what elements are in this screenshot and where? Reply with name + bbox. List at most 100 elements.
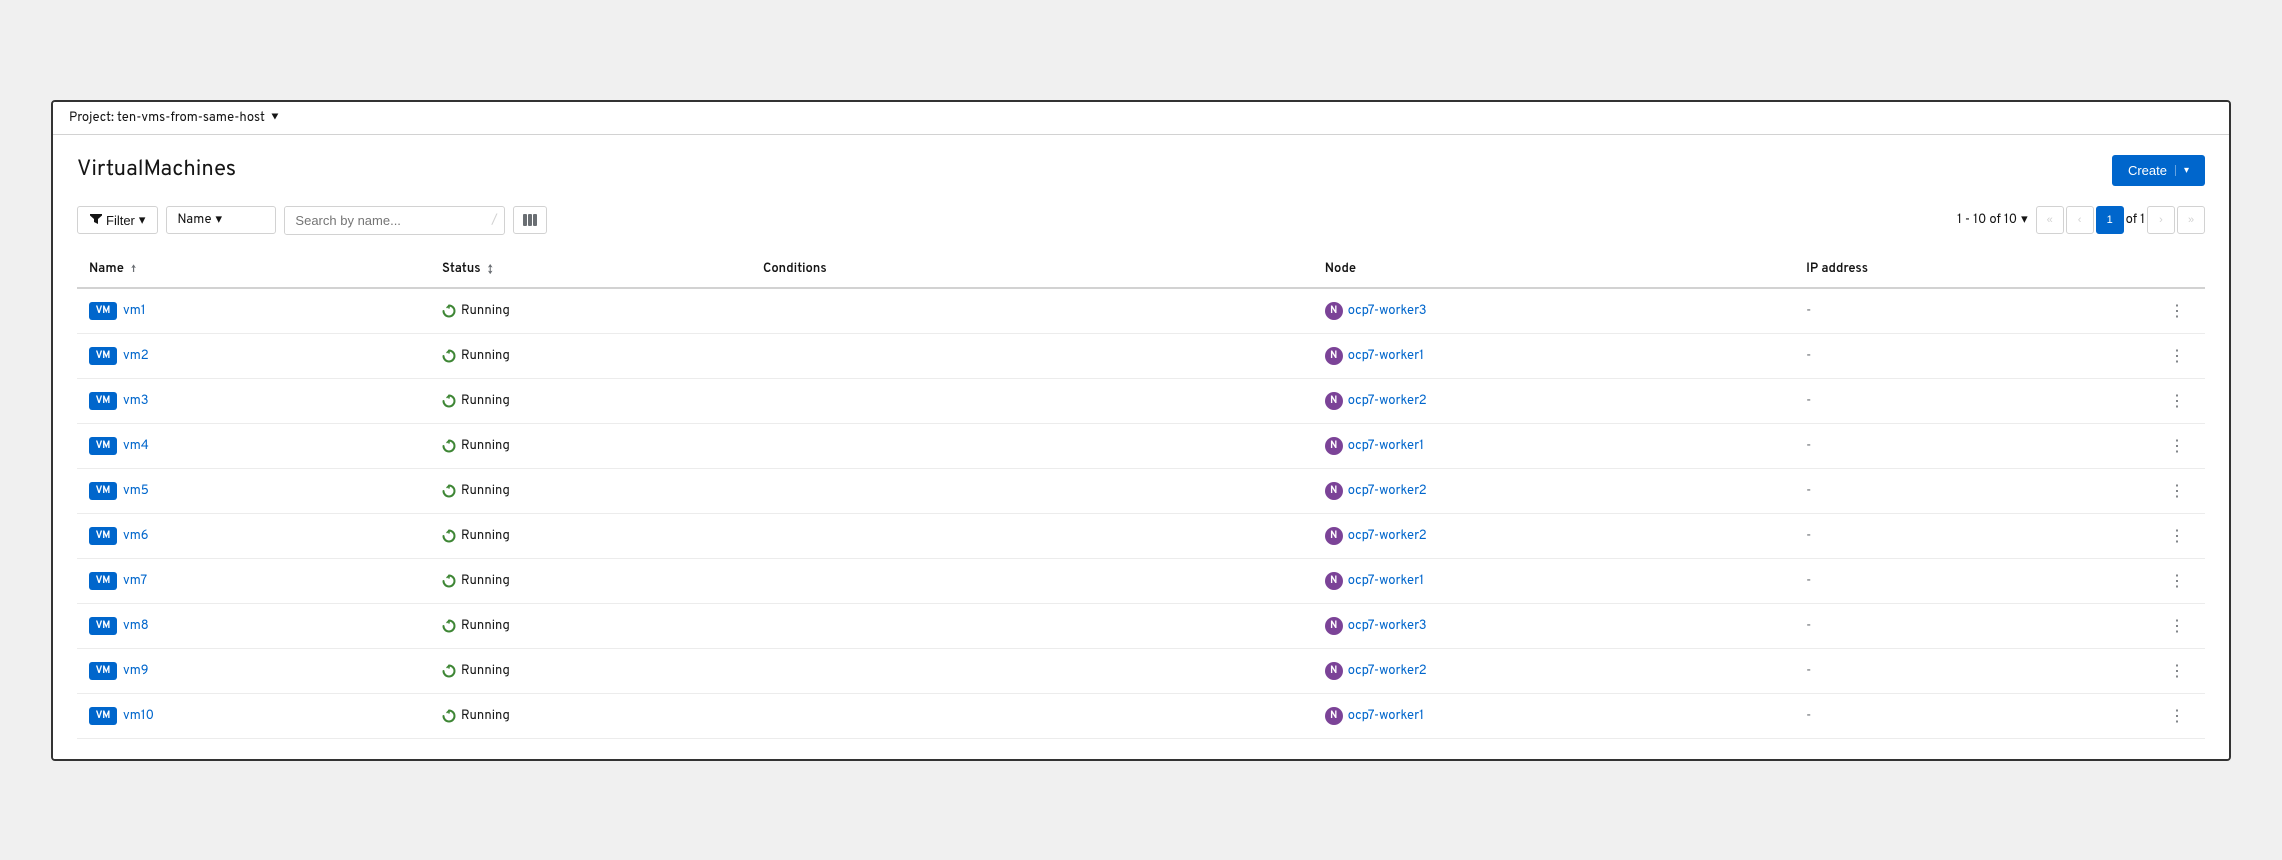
row-kebab-button[interactable]: ⋮ xyxy=(2161,659,2193,683)
vm-ip-text: - xyxy=(1806,573,1811,589)
vm-name-link[interactable]: vm9 xyxy=(123,663,149,679)
vm-node-cell: N ocp7-worker2 xyxy=(1313,648,1794,693)
node-badge: N xyxy=(1325,302,1343,320)
vm-name-cell: VM vm6 xyxy=(77,513,430,558)
row-kebab-button[interactable]: ⋮ xyxy=(2161,479,2193,503)
row-kebab-button[interactable]: ⋮ xyxy=(2161,299,2193,323)
vm-name-link[interactable]: vm4 xyxy=(123,438,149,454)
page-header: VirtualMachines Create ▾ xyxy=(77,155,2205,186)
page-current-label: 1 xyxy=(2107,214,2113,226)
vm-table: Name ↑ Status ↕ Conditions Node IP addre… xyxy=(77,251,2205,739)
vm-name-link[interactable]: vm1 xyxy=(123,303,146,319)
row-kebab-button[interactable]: ⋮ xyxy=(2161,524,2193,548)
row-kebab-button[interactable]: ⋮ xyxy=(2161,344,2193,368)
running-icon xyxy=(442,619,456,633)
filter-button[interactable]: Filter ▾ xyxy=(77,206,158,234)
vm-badge: VM xyxy=(89,437,117,455)
vm-ip-text: - xyxy=(1806,618,1811,634)
vm-name-link[interactable]: vm3 xyxy=(123,393,149,409)
node-badge: N xyxy=(1325,527,1343,545)
vm-ip-cell: - xyxy=(1794,513,2115,558)
create-button[interactable]: Create ▾ xyxy=(2112,155,2205,186)
vm-status-cell: Running xyxy=(430,558,751,603)
vm-status-cell: Running xyxy=(430,468,751,513)
vm-name-cell: VM vm7 xyxy=(77,558,430,603)
node-badge: N xyxy=(1325,707,1343,725)
vm-badge: VM xyxy=(89,347,117,365)
node-link[interactable]: ocp7-worker2 xyxy=(1348,663,1427,679)
vm-name-cell: VM vm10 xyxy=(77,693,430,738)
columns-toggle-button[interactable] xyxy=(513,206,547,234)
vm-ip-cell: - xyxy=(1794,288,2115,334)
vm-actions-cell: ⋮ xyxy=(2115,648,2205,693)
vm-status-cell: Running xyxy=(430,693,751,738)
table-row: VM vm1 Running N ocp7-worker3 -⋮ xyxy=(77,288,2205,334)
vm-name-link[interactable]: vm10 xyxy=(123,708,154,724)
page-title: VirtualMachines xyxy=(77,157,236,184)
vm-conditions-cell xyxy=(751,333,1313,378)
vm-name-link[interactable]: vm6 xyxy=(123,528,149,544)
vm-conditions-cell xyxy=(751,288,1313,334)
page-last-button[interactable]: » xyxy=(2177,206,2205,234)
vm-node-cell: N ocp7-worker1 xyxy=(1313,333,1794,378)
vm-status-cell: Running xyxy=(430,648,751,693)
row-kebab-button[interactable]: ⋮ xyxy=(2161,569,2193,593)
node-link[interactable]: ocp7-worker1 xyxy=(1348,573,1424,589)
vm-ip-cell: - xyxy=(1794,693,2115,738)
page-prev-button[interactable]: ‹ xyxy=(2066,206,2094,234)
vm-node-cell: N ocp7-worker3 xyxy=(1313,288,1794,334)
toolbar: Filter ▾ Name ▾ / xyxy=(77,206,2205,243)
vm-node-cell: N ocp7-worker1 xyxy=(1313,558,1794,603)
vm-badge: VM xyxy=(89,572,117,590)
vm-name-link[interactable]: vm8 xyxy=(123,618,149,634)
node-link[interactable]: ocp7-worker3 xyxy=(1348,303,1427,319)
vm-name-link[interactable]: vm7 xyxy=(123,573,147,589)
row-kebab-button[interactable]: ⋮ xyxy=(2161,434,2193,458)
node-link[interactable]: ocp7-worker1 xyxy=(1348,708,1424,724)
vm-name-link[interactable]: vm5 xyxy=(123,483,149,499)
table-row: VM vm8 Running N ocp7-worker3 -⋮ xyxy=(77,603,2205,648)
name-dropdown[interactable]: Name ▾ xyxy=(166,206,276,234)
node-badge: N xyxy=(1325,437,1343,455)
node-link[interactable]: ocp7-worker2 xyxy=(1348,393,1427,409)
vm-badge: VM xyxy=(89,302,117,320)
vm-name-cell: VM vm2 xyxy=(77,333,430,378)
running-icon xyxy=(442,484,456,498)
page-current-button[interactable]: 1 xyxy=(2096,206,2124,234)
page-first-button[interactable]: « xyxy=(2036,206,2064,234)
row-kebab-button[interactable]: ⋮ xyxy=(2161,614,2193,638)
pagination-range-text: 1 - 10 of 10 xyxy=(1957,212,2017,228)
page-of-text: of 1 xyxy=(2126,212,2145,228)
project-selector[interactable]: Project: ten-vms-from-same-host ▼ xyxy=(69,110,279,126)
vm-status-text: Running xyxy=(461,483,510,499)
name-dropdown-caret-icon: ▾ xyxy=(215,212,222,228)
table-header-row: Name ↑ Status ↕ Conditions Node IP addre… xyxy=(77,251,2205,288)
node-badge: N xyxy=(1325,482,1343,500)
vm-node-cell: N ocp7-worker2 xyxy=(1313,378,1794,423)
node-link[interactable]: ocp7-worker1 xyxy=(1348,348,1424,364)
table-row: VM vm9 Running N ocp7-worker2 -⋮ xyxy=(77,648,2205,693)
vm-status-cell: Running xyxy=(430,513,751,558)
vm-node-cell: N ocp7-worker1 xyxy=(1313,693,1794,738)
node-link[interactable]: ocp7-worker3 xyxy=(1348,618,1427,634)
node-link[interactable]: ocp7-worker2 xyxy=(1348,528,1427,544)
search-input[interactable] xyxy=(285,207,485,234)
row-kebab-button[interactable]: ⋮ xyxy=(2161,389,2193,413)
row-kebab-button[interactable]: ⋮ xyxy=(2161,704,2193,728)
vm-name-link[interactable]: vm2 xyxy=(123,348,149,364)
node-link[interactable]: ocp7-worker1 xyxy=(1348,438,1424,454)
page-next-button[interactable]: › xyxy=(2147,206,2175,234)
vm-actions-cell: ⋮ xyxy=(2115,288,2205,334)
running-icon xyxy=(442,439,456,453)
pagination-dropdown-icon: ▾ xyxy=(2021,212,2028,228)
page-navigation: « ‹ 1 of 1 › » xyxy=(2036,206,2205,234)
top-bar: Project: ten-vms-from-same-host ▼ xyxy=(53,102,2229,135)
vm-ip-cell: - xyxy=(1794,378,2115,423)
vm-status-cell: Running xyxy=(430,378,751,423)
page-next-icon: › xyxy=(2159,214,2163,226)
vm-status-text: Running xyxy=(461,528,510,544)
app-frame: Project: ten-vms-from-same-host ▼ Virtua… xyxy=(51,100,2231,761)
project-caret-icon: ▼ xyxy=(271,111,279,124)
node-link[interactable]: ocp7-worker2 xyxy=(1348,483,1427,499)
node-badge: N xyxy=(1325,392,1343,410)
